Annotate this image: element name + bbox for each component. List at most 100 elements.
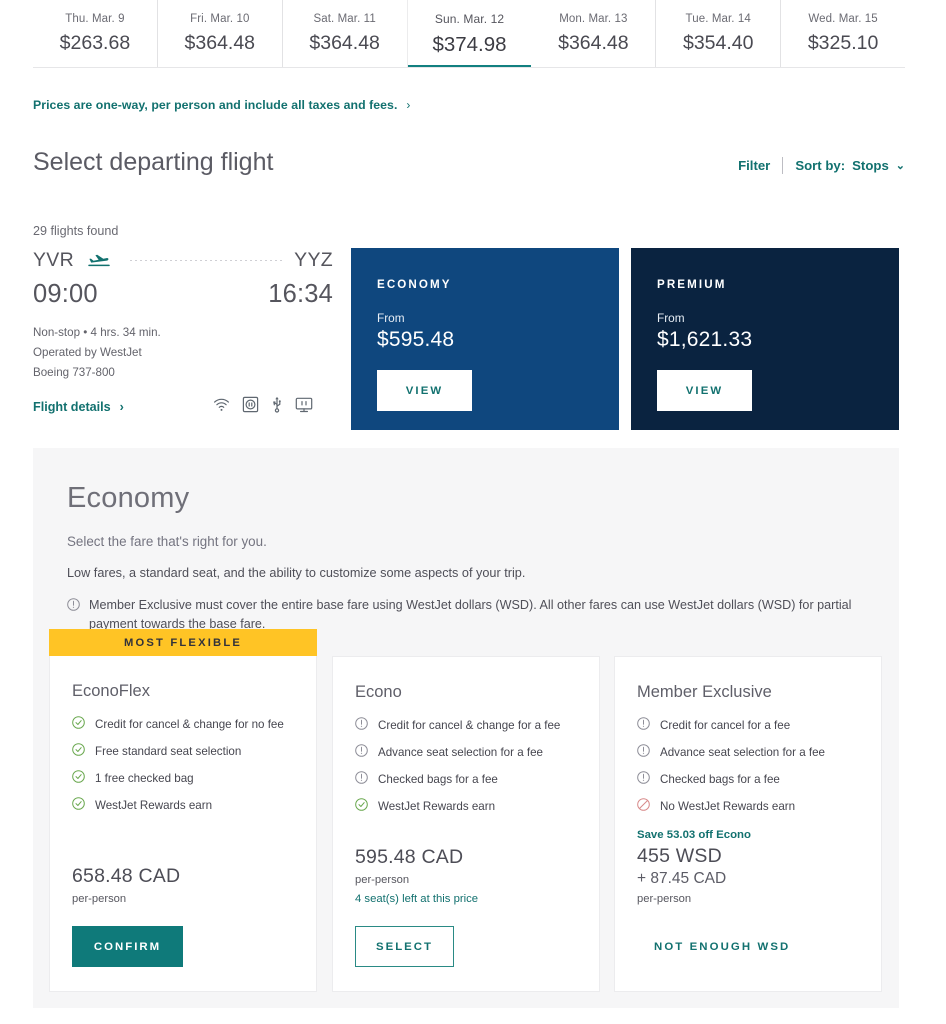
date-cell-label: Sat. Mar. 11	[313, 13, 376, 25]
date-price-strip[interactable]: Thu. Mar. 9 $263.68 Fri. Mar. 10 $364.48 Sat…	[33, 0, 906, 68]
fare-feature-list: Credit for cancel & change for a fee Adva…	[355, 717, 577, 815]
fare-feature: WestJet Rewards earn	[355, 798, 577, 815]
date-strip-underline	[33, 67, 905, 68]
date-cell-price: $364.48	[309, 32, 380, 54]
fare-cta-wrap: NOT ENOUGH WSD	[637, 926, 790, 967]
fare-feature-text: Credit for cancel & change for no fee	[95, 718, 284, 731]
date-cell-price: $364.48	[558, 32, 629, 54]
cabin-from-label: From	[377, 311, 405, 325]
date-cell-4[interactable]: Mon. Mar. 13 $364.48	[531, 0, 657, 68]
fare-feature-text: Free standard seat selection	[95, 745, 242, 758]
origin-code: YVR	[33, 248, 74, 271]
date-cell-label: Fri. Mar. 10	[190, 13, 250, 25]
sort-by-dropdown[interactable]: Sort by: Stops ⌄	[795, 158, 905, 173]
fare-feature-text: Advance seat selection for a fee	[378, 746, 543, 759]
cabin-card-economy[interactable]: ECONOMY From $595.48 VIEW	[351, 248, 619, 430]
fare-feature-list: Credit for cancel & change for no fee Fre…	[72, 716, 294, 814]
airplane-icon	[88, 254, 110, 267]
flight-meta: Non-stop • 4 hrs. 34 min. Operated by We…	[33, 323, 333, 383]
fare-feature-text: WestJet Rewards earn	[378, 800, 496, 813]
info-circle-icon	[355, 771, 368, 788]
date-cell-5[interactable]: Tue. Mar. 14 $354.40	[656, 0, 782, 68]
date-cell-price: $325.10	[807, 32, 879, 54]
cabin-price: $1,621.33	[657, 328, 753, 351]
flight-details-label: Flight details	[33, 400, 111, 414]
flight-summary: YVR YYZ 09:00 16:34 Non-stop • 4 hrs. 34…	[33, 248, 333, 418]
stops-and-duration: Non-stop • 4 hrs. 34 min.	[33, 326, 161, 339]
date-cell-price: $354.40	[682, 32, 754, 54]
arrival-time: 16:34	[268, 280, 333, 308]
sort-by-value: Stops	[852, 158, 889, 173]
seats-left-label: 4 seat(s) left at this price	[355, 893, 479, 905]
fare-feature: Credit for cancel & change for a fee	[355, 717, 577, 734]
fare-card-title: Member Exclusive	[637, 683, 772, 701]
select-button[interactable]: SELECT	[355, 926, 454, 967]
fare-card: EconoFlex Credit for cancel & change for …	[49, 656, 317, 992]
date-cell-2[interactable]: Sat. Mar. 11 $364.48	[282, 0, 408, 68]
date-cell-label: Thu. Mar. 9	[65, 13, 125, 25]
date-cell-label: Wed. Mar. 15	[808, 13, 878, 25]
fare-panel-title: Economy	[67, 482, 190, 514]
fare-feature: No WestJet Rewards earn	[637, 798, 859, 815]
fare-amount-secondary: + 87.45 CAD	[637, 870, 727, 887]
check-circle-icon	[72, 743, 85, 760]
date-cell-label: Mon. Mar. 13	[559, 13, 628, 25]
flight-details-link[interactable]: Flight details ›	[33, 400, 124, 414]
results-count: 29 flights found	[33, 224, 119, 238]
date-cell-label: Tue. Mar. 14	[685, 13, 751, 25]
fare-price-block: Save 53.03 off Econo 455 WSD + 87.45 CAD pe…	[637, 829, 751, 905]
date-cell-6[interactable]: Wed. Mar. 15 $325.10	[781, 0, 906, 68]
usb-icon	[271, 396, 283, 418]
confirm-button[interactable]: CONFIRM	[72, 926, 183, 967]
date-cell-price: $364.48	[184, 32, 256, 54]
fare-price-block: 595.48 CAD per-person 4 seat(s) left at th…	[355, 846, 478, 905]
cabin-name: PREMIUM	[657, 278, 727, 291]
chevron-right-icon: ›	[406, 98, 411, 112]
filter-button[interactable]: Filter	[738, 158, 770, 173]
fare-cta-wrap: SELECT	[355, 926, 454, 967]
no-entry-circle-icon	[637, 798, 650, 815]
power-outlet-icon	[242, 396, 259, 418]
date-cell-3[interactable]: Sun. Mar. 12 $374.98	[406, 0, 533, 68]
info-circle-icon	[637, 717, 650, 734]
section-header: Select departing flight Filter Sort by: …	[33, 148, 905, 177]
fare-feature: Advance seat selection for a fee	[355, 744, 577, 761]
fare-cta-wrap: CONFIRM	[72, 926, 183, 967]
fare-feature: 1 free checked bag	[72, 770, 294, 787]
departure-time: 09:00	[33, 280, 98, 308]
chevron-down-icon: ⌄	[895, 160, 905, 172]
info-circle-icon	[355, 744, 368, 761]
fare-feature-text: Advance seat selection for a fee	[660, 746, 825, 759]
cabin-card-premium[interactable]: PREMIUM From $1,621.33 VIEW	[631, 248, 899, 430]
fare-feature: Free standard seat selection	[72, 743, 294, 760]
view-premium-button[interactable]: VIEW	[657, 370, 752, 411]
times-row: 09:00 16:34	[33, 280, 333, 309]
prices-disclaimer-link[interactable]: Prices are one-way, per person and inclu…	[33, 98, 410, 112]
fare-card: Econo Credit for cancel & change for a fe…	[332, 656, 600, 992]
savings-label: Save 53.03 off Econo	[637, 829, 751, 841]
flight-result-row: YVR YYZ 09:00 16:34 Non-stop • 4 hrs. 34…	[33, 248, 905, 430]
fare-feature: Credit for cancel & change for no fee	[72, 716, 294, 733]
route-line: YVR YYZ	[33, 248, 333, 272]
cabin-from-label: From	[657, 311, 685, 325]
view-economy-button[interactable]: VIEW	[377, 370, 472, 411]
info-circle-icon	[355, 717, 368, 734]
date-cell-1[interactable]: Fri. Mar. 10 $364.48	[157, 0, 283, 68]
fare-card: Member Exclusive Credit for cancel for a …	[614, 656, 882, 992]
fare-feature: Credit for cancel for a fee	[637, 717, 859, 734]
per-person-label: per-person	[72, 893, 127, 905]
fare-feature-text: 1 free checked bag	[95, 772, 194, 785]
flight-selection-page: Thu. Mar. 9 $263.68 Fri. Mar. 10 $364.48 Sat…	[0, 0, 946, 1024]
prices-disclaimer-text: Prices are one-way, per person and inclu…	[33, 98, 398, 112]
info-circle-icon	[637, 744, 650, 761]
date-cell-0[interactable]: Thu. Mar. 9 $263.68	[33, 0, 158, 68]
check-circle-icon	[72, 797, 85, 814]
fare-feature: WestJet Rewards earn	[72, 797, 294, 814]
operated-by: Operated by WestJet	[33, 346, 142, 359]
fare-panel-subtitle: Select the fare that's right for you.	[67, 534, 267, 549]
fare-feature: Advance seat selection for a fee	[637, 744, 859, 761]
page-title: Select departing flight	[33, 148, 274, 176]
info-circle-icon	[637, 771, 650, 788]
fare-feature-text: Credit for cancel for a fee	[660, 719, 791, 732]
per-person-label: per-person	[355, 874, 410, 886]
